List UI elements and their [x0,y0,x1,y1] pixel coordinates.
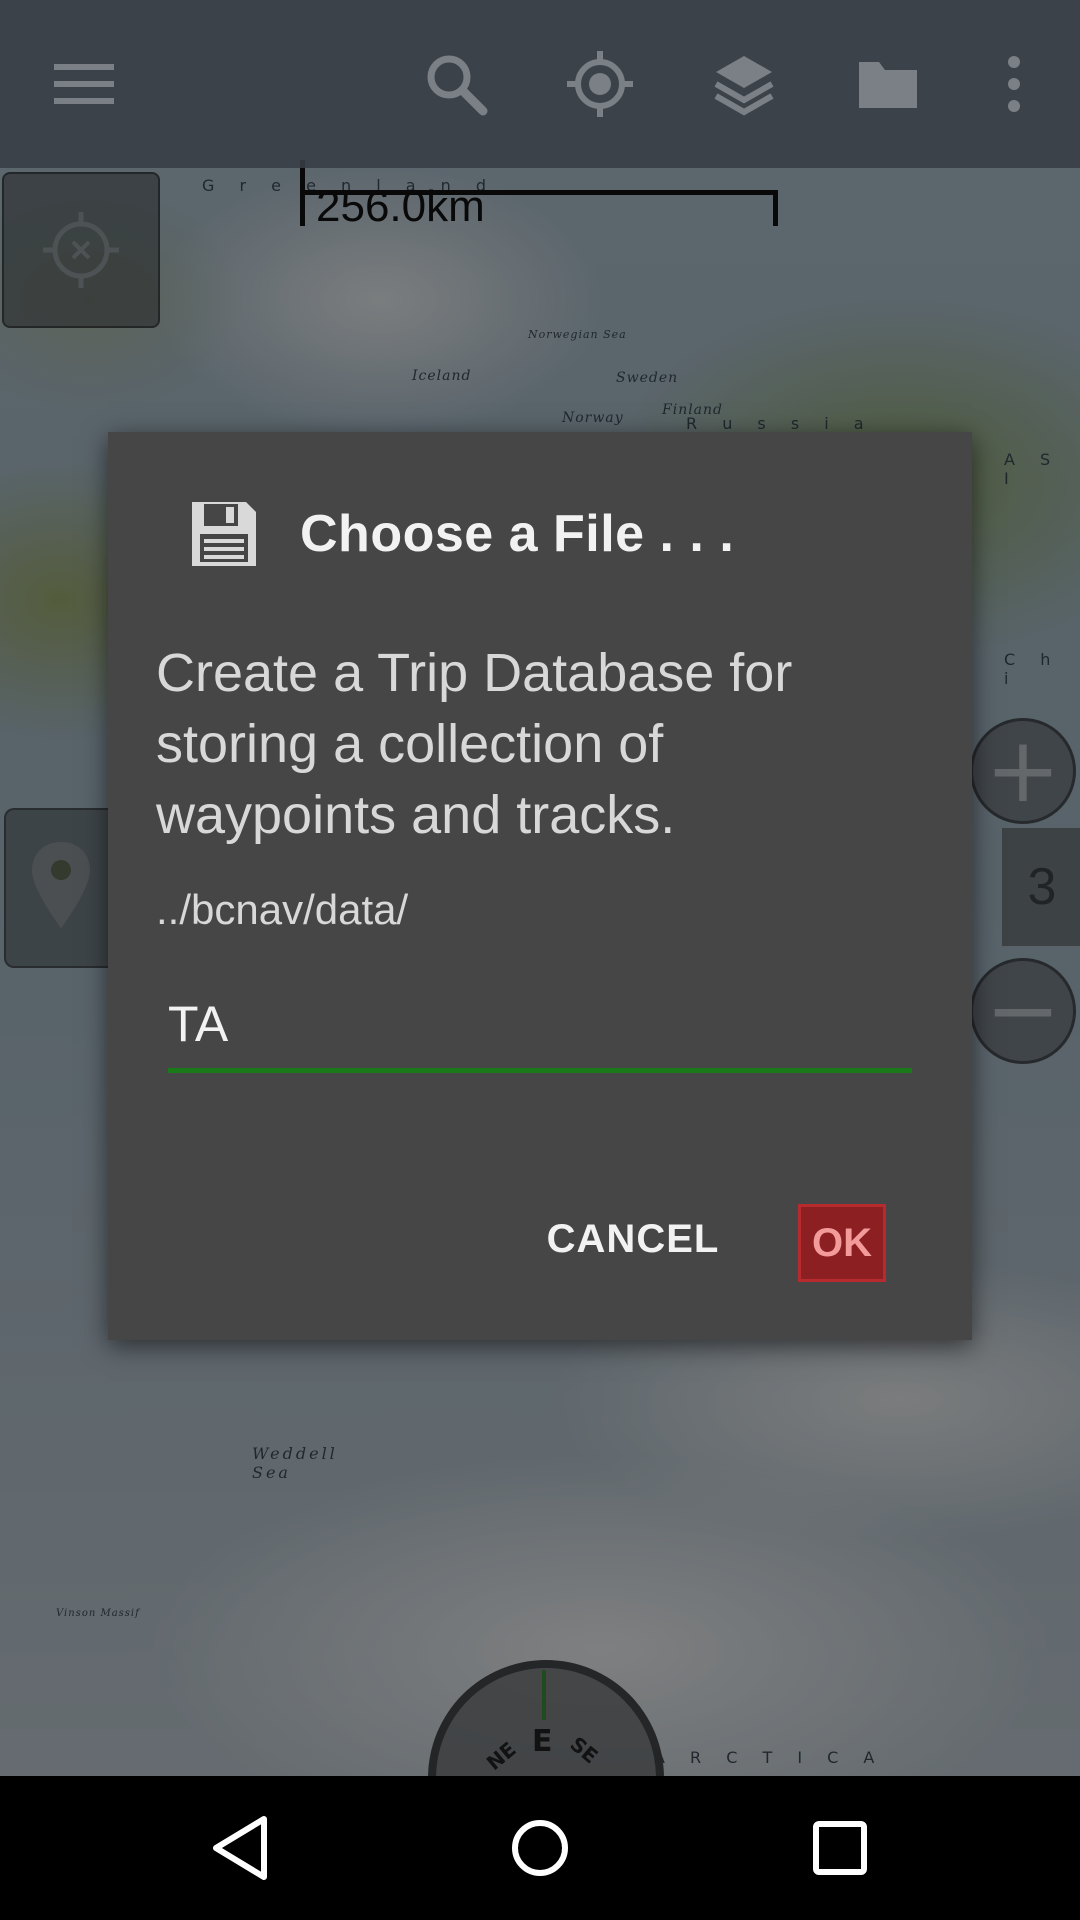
layers-icon[interactable] [696,36,792,132]
dialog-title: Choose a File . . . [300,505,735,563]
recents-square-icon [813,1821,867,1875]
back-triangle-icon [213,1816,267,1880]
folder-icon[interactable] [840,36,936,132]
file-path-label: ../bcnav/data/ [156,886,409,933]
filename-input[interactable] [168,994,912,1073]
gps-target-icon[interactable] [552,36,648,132]
back-button[interactable] [190,1798,290,1898]
cancel-button[interactable]: CANCEL [538,1204,728,1274]
top-toolbar [0,0,1080,168]
system-nav-bar [0,1776,1080,1920]
ok-button[interactable]: OK [798,1204,886,1282]
home-button[interactable] [490,1798,590,1898]
floppy-disk-icon [192,502,256,566]
recents-button[interactable] [790,1798,890,1898]
search-icon[interactable] [408,36,504,132]
home-circle-icon [512,1820,568,1876]
choose-file-dialog: Choose a File . . . Create a Trip Databa… [108,432,972,1340]
dialog-message: Create a Trip Database for storing a col… [156,643,793,845]
menu-icon[interactable] [36,36,132,132]
overflow-menu-icon[interactable] [966,36,1062,132]
